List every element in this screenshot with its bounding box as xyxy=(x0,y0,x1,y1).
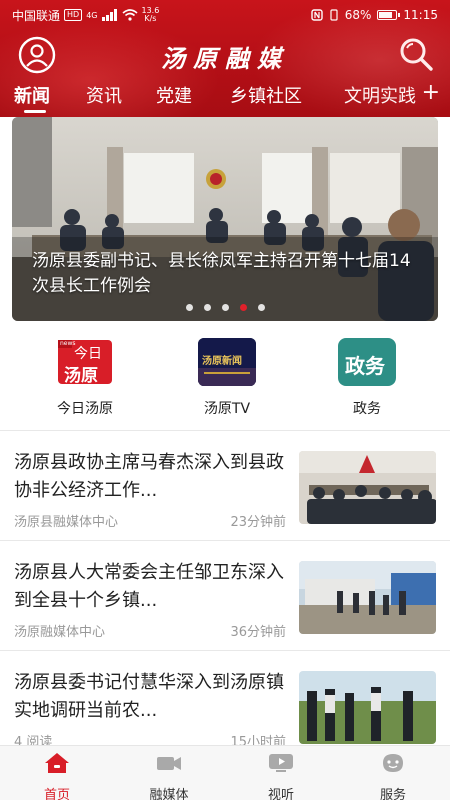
hd-badge: HD xyxy=(64,9,83,21)
news-source: 汤原县融媒体中心 xyxy=(14,515,119,530)
news-title[interactable]: 汤原县委书记付慧华深入到汤原镇实地调研当前农... xyxy=(14,669,284,725)
news-item[interactable]: 汤原县政协主席马春杰深入到县政协非公经济工作... 汤原县融媒体中心 23分钟前 xyxy=(0,430,450,540)
quick-entry-tangyuan-tv[interactable]: 汤原新闻 汤原TV xyxy=(172,332,282,418)
carousel-indicator xyxy=(12,304,438,311)
net-speed: 13.6 K/s xyxy=(141,6,160,23)
category-tabs: 新闻 资讯 党建 乡镇社区 文明实践 + xyxy=(0,80,450,113)
banner-carousel[interactable]: 汤原县委副书记、县长徐凤军主持召开第十七届14次县长工作例会 xyxy=(12,117,438,321)
tab-news[interactable]: 新闻 xyxy=(14,82,50,108)
news-source: 汤原融媒体中心 xyxy=(14,625,106,640)
news-thumbnail[interactable] xyxy=(299,671,436,744)
news-item[interactable]: 汤原县人大常委会主任邹卫东深入到全县十个乡镇... 汤原融媒体中心 36分钟前 xyxy=(0,540,450,650)
app-header: 中国联通 HD 4G 13.6 K/s 68% 11:15 汤原融媒 新闻 资讯… xyxy=(0,0,450,117)
battery-percent: 68% xyxy=(344,8,372,22)
news-meta: 汤原县融媒体中心 23分钟前 xyxy=(14,511,286,530)
news-item[interactable]: 汤原县委书记付慧华深入到汤原镇实地调研当前农... 4 阅读 15小时前 xyxy=(0,650,450,760)
quick-entry-row: news 今日 汤原 今日汤原 汤原新闻 汤原TV 政务 政务 xyxy=(0,332,450,422)
active-tab-indicator xyxy=(24,110,46,113)
nav-media[interactable]: 融媒体 xyxy=(124,752,214,800)
quick-entry-label: 今日汤原 xyxy=(57,401,113,417)
quick-entry-label: 汤原TV xyxy=(203,401,251,417)
tangyuan-tv-logo: 汤原新闻 xyxy=(198,338,256,386)
signal-icon xyxy=(101,9,117,21)
service-face-icon xyxy=(383,754,403,772)
today-tangyuan-logo: news 今日 汤原 xyxy=(56,338,114,386)
tab-township-community[interactable]: 乡镇社区 xyxy=(230,82,302,108)
carousel-dot[interactable] xyxy=(185,304,193,311)
nav-service[interactable]: 服务 xyxy=(348,752,438,800)
news-time: 23分钟前 xyxy=(230,515,286,530)
nav-home[interactable]: 首页 xyxy=(12,752,102,800)
home-icon xyxy=(45,753,69,773)
tab-info[interactable]: 资讯 xyxy=(86,82,122,108)
tab-party-building[interactable]: 党建 xyxy=(156,82,192,108)
news-meta: 汤原融媒体中心 36分钟前 xyxy=(14,621,286,640)
nav-audiovisual[interactable]: 视听 xyxy=(236,752,326,800)
video-camera-icon xyxy=(157,757,181,770)
status-bar: 中国联通 HD 4G 13.6 K/s 68% 11:15 xyxy=(0,0,450,30)
battery-icon xyxy=(377,10,401,20)
tv-play-icon xyxy=(269,754,293,772)
bottom-nav: 首页 融媒体 视听 服务 xyxy=(0,745,450,800)
news-title[interactable]: 汤原县政协主席马春杰深入到县政协非公经济工作... xyxy=(14,449,284,505)
government-affairs-logo: 政务 xyxy=(338,338,396,386)
add-tab-button[interactable]: + xyxy=(422,80,440,105)
quick-entry-label: 政务 xyxy=(353,401,381,417)
network-type: 4G xyxy=(86,10,98,20)
nfc-icon xyxy=(311,9,323,21)
carousel-dot[interactable] xyxy=(221,304,229,311)
wifi-icon xyxy=(121,9,138,21)
tab-civilization-practice[interactable]: 文明实践 xyxy=(344,82,420,108)
carousel-dot-active[interactable] xyxy=(239,304,247,311)
news-thumbnail[interactable] xyxy=(299,561,436,634)
quick-entry-today-tangyuan[interactable]: news 今日 汤原 今日汤原 xyxy=(30,332,140,418)
news-thumbnail[interactable] xyxy=(299,451,436,524)
banner-caption[interactable]: 汤原县委副书记、县长徐凤军主持召开第十七届14次县长工作例会 xyxy=(32,249,418,299)
quick-entry-government-affairs[interactable]: 政务 政务 xyxy=(312,332,422,418)
news-title[interactable]: 汤原县人大常委会主任邹卫东深入到全县十个乡镇... xyxy=(14,559,284,615)
carousel-dot[interactable] xyxy=(203,304,211,311)
app-title: 汤原融媒 xyxy=(161,44,289,73)
news-time: 36分钟前 xyxy=(230,625,286,640)
clock: 11:15 xyxy=(403,8,438,22)
carousel-dot[interactable] xyxy=(257,304,265,311)
carrier-name: 中国联通 xyxy=(12,8,61,23)
search-icon[interactable] xyxy=(398,36,434,72)
vibrate-icon xyxy=(330,9,338,21)
